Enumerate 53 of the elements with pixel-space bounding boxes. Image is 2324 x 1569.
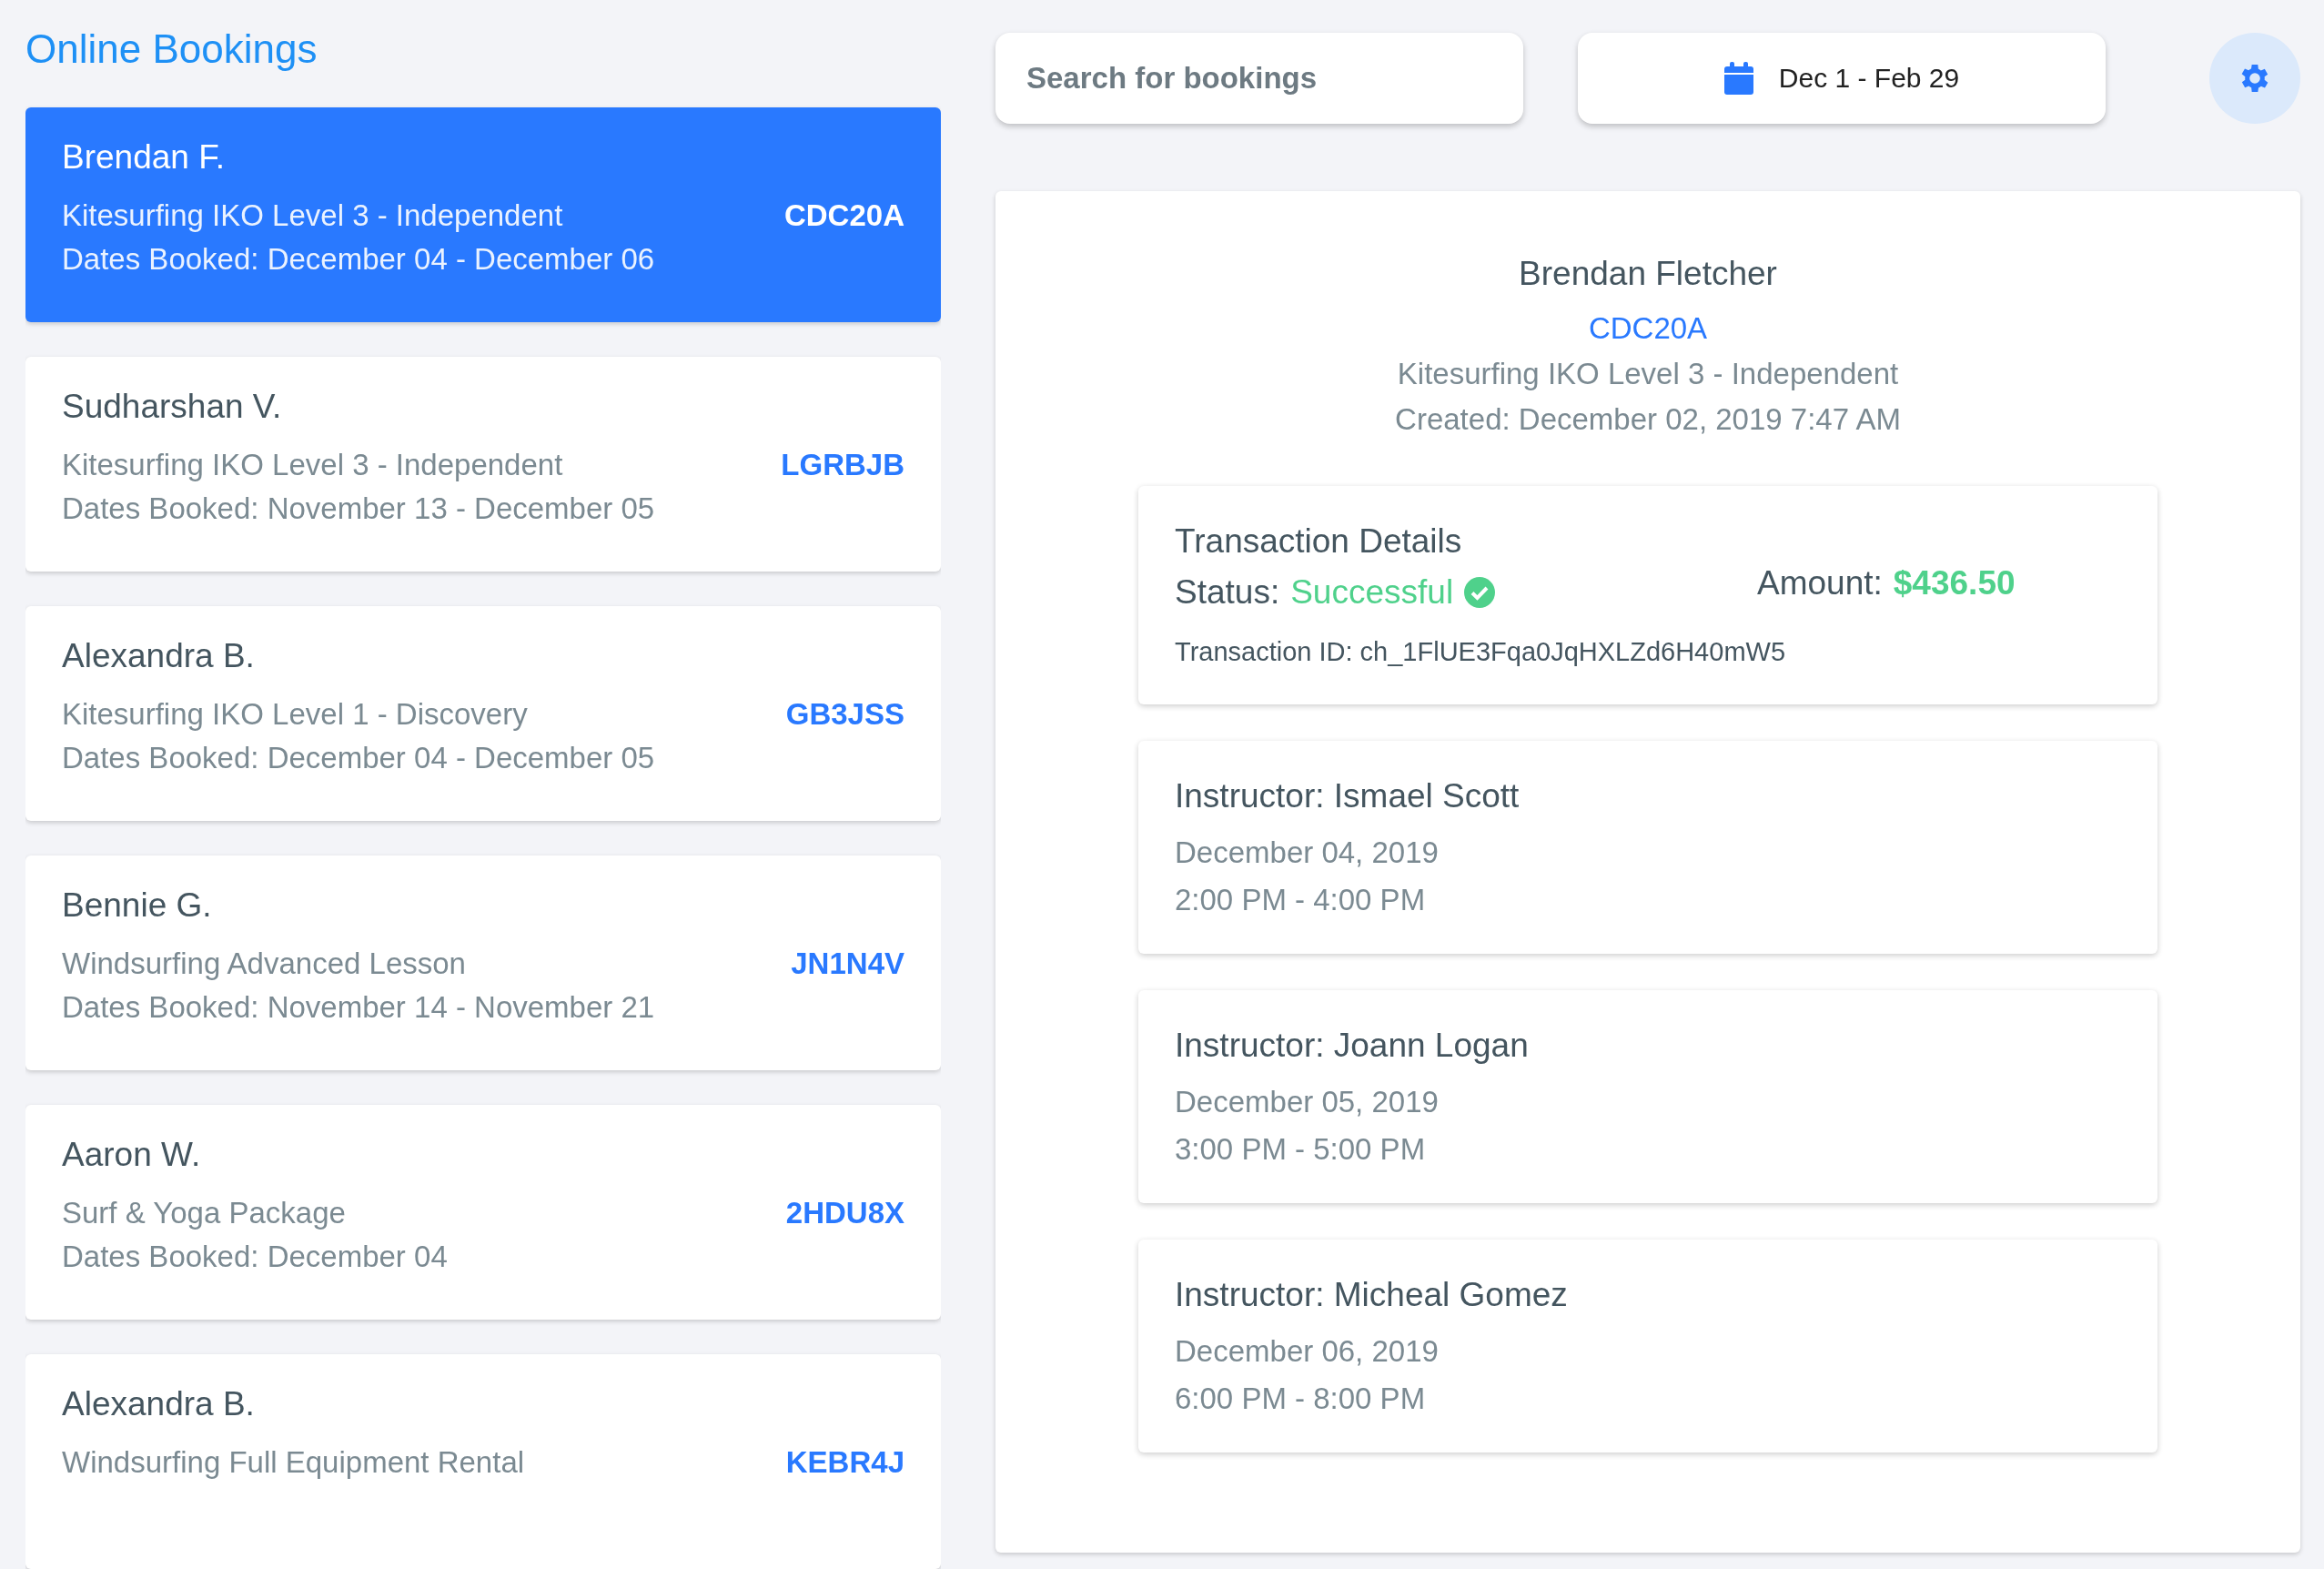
- created-date: Created: December 02, 2019 7:47 AM: [1395, 402, 1901, 437]
- booking-code: GB3JSS: [785, 697, 904, 732]
- product-name: Windsurfing Full Equipment Rental: [62, 1445, 525, 1480]
- booking-code: 2HDU8X: [785, 1196, 904, 1230]
- product-name: Windsurfing Advanced Lesson: [62, 946, 466, 981]
- booking-card[interactable]: Aaron W. Surf & Yoga Package 2HDU8X Dates Booked: December 04: [25, 1105, 941, 1320]
- session-time: 2:00 PM - 4:00 PM: [1175, 883, 1427, 917]
- booked-dates: Dates Booked: November 14 - November 21: [62, 990, 656, 1025]
- session-time: 6:00 PM - 8:00 PM: [1175, 1382, 1427, 1416]
- instructor-name: Instructor: Joann Logan: [1175, 1027, 1530, 1065]
- customer-name: Alexandra B.: [62, 1385, 256, 1423]
- customer-name: Alexandra B.: [62, 637, 256, 675]
- booking-card[interactable]: Bennie G. Windsurfing Advanced Lesson JN1N4V Dates Booked: November 14 - November 21: [25, 855, 941, 1070]
- product-name: Surf & Yoga Package: [62, 1196, 346, 1230]
- search-field[interactable]: Search for bookings: [995, 33, 1523, 124]
- product-name: Kitesurfing IKO Level 3 - Independent: [62, 198, 563, 233]
- session-date: December 06, 2019: [1175, 1334, 1440, 1369]
- booking-code: KEBR4J: [785, 1445, 904, 1480]
- amount-value: $436.50: [1893, 564, 2016, 602]
- booking-card[interactable]: Alexandra B. Windsurfing Full Equipment Rental KEBR4J: [25, 1354, 941, 1569]
- session-date: December 04, 2019: [1175, 835, 1440, 870]
- booking-card[interactable]: Brendan F. Kitesurfing IKO Level 3 - Independent CDC20A Dates Booked: December 04 - December 06: [25, 107, 941, 322]
- booked-dates: Dates Booked: December 04 - December 06: [62, 242, 656, 277]
- product-name: Kitesurfing IKO Level 3 - Independent: [62, 448, 563, 482]
- booked-dates: Dates Booked: November 13 - December 05: [62, 491, 656, 526]
- booking-code: LGRBJB: [781, 448, 904, 482]
- booking-code: JN1N4V: [791, 946, 904, 981]
- status-label: Status:: [1175, 573, 1280, 612]
- session-time: 3:00 PM - 5:00 PM: [1175, 1132, 1427, 1167]
- customer-name: Brendan F.: [62, 138, 226, 177]
- booking-code: CDC20A: [1588, 311, 1708, 346]
- amount-label: Amount:: [1757, 564, 1883, 602]
- booked-dates: Dates Booked: December 04: [62, 1240, 449, 1274]
- booking-card[interactable]: Alexandra B. Kitesurfing IKO Level 1 - Discovery GB3JSS Dates Booked: December 04 - December 05: [25, 606, 941, 821]
- booking-code: CDC20A: [783, 198, 904, 233]
- calendar-icon: [1723, 62, 1753, 95]
- booked-dates: Dates Booked: December 04 - December 05: [62, 741, 656, 775]
- customer-name: Aaron W.: [62, 1136, 202, 1174]
- customer-full-name: Brendan Fletcher: [1519, 255, 1777, 293]
- customer-name: Bennie G.: [62, 886, 213, 925]
- date-range-button[interactable]: Dec 1 - Feb 29: [1578, 33, 2106, 124]
- session-date: December 05, 2019: [1175, 1085, 1440, 1119]
- instructor-name: Instructor: Micheal Gomez: [1175, 1276, 1569, 1314]
- booking-card[interactable]: Sudharshan V. Kitesurfing IKO Level 3 - Independent LGRBJB Dates Booked: November 13 - December 05: [25, 357, 941, 572]
- customer-name: Sudharshan V.: [62, 388, 283, 426]
- status-value: Successful: [1290, 573, 1454, 612]
- transaction-id: Transaction ID: ch_1FlUE3Fqa0JqHXLZd6H40mW5: [1175, 637, 1787, 667]
- page-title: Online Bookings: [25, 25, 318, 73]
- product-name: Kitesurfing IKO Level 3 - Independent: [1397, 357, 1899, 391]
- card-heading: Transaction Details: [1175, 522, 1463, 561]
- instructor-name: Instructor: Ismael Scott: [1175, 777, 1521, 815]
- product-name: Kitesurfing IKO Level 1 - Discovery: [62, 697, 528, 732]
- check-circle-icon: [1464, 577, 1496, 608]
